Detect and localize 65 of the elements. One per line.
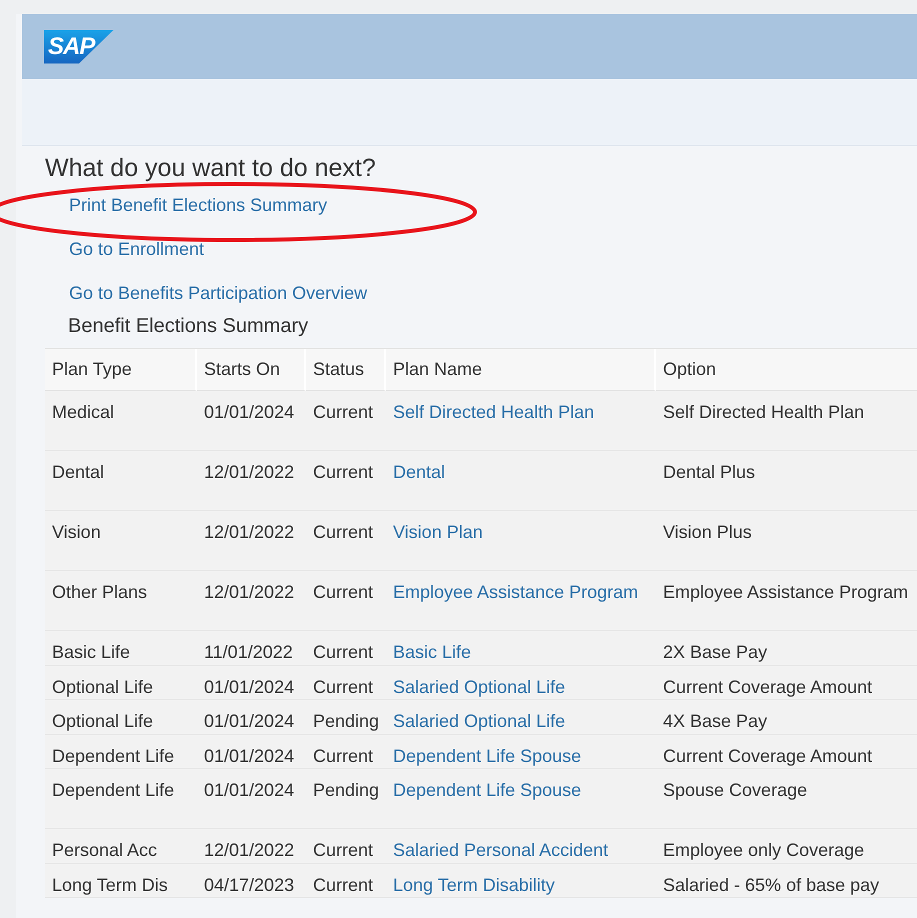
plan-link[interactable]: Self Directed Health Plan xyxy=(393,402,594,422)
column-header: Status xyxy=(306,349,386,391)
table-cell: Employee only Coverage xyxy=(656,829,917,864)
table-cell: 12/01/2022 xyxy=(197,829,306,864)
column-header: Option xyxy=(656,349,917,391)
table-cell: Current xyxy=(306,864,386,898)
table-cell: 01/01/2024 xyxy=(197,391,306,451)
table-cell: Current xyxy=(306,391,386,451)
plan-link[interactable]: Employee Assistance Program xyxy=(393,582,638,602)
column-header: Plan Name xyxy=(386,349,656,391)
table-cell: Medical xyxy=(45,391,197,451)
table-cell: 12/01/2022 xyxy=(197,571,306,631)
table-cell: Pending xyxy=(306,700,386,734)
table-cell: Optional Life xyxy=(45,666,197,700)
table-cell: Current xyxy=(306,734,386,769)
plan-link[interactable]: Basic Life xyxy=(393,642,472,662)
table-cell: Dental Plus xyxy=(656,451,917,511)
column-header: Plan Type xyxy=(45,349,197,391)
table-cell: Current xyxy=(306,571,386,631)
plan-link[interactable]: Vision Plan xyxy=(393,522,483,542)
table-cell: 2X Base Pay xyxy=(656,631,917,666)
table-cell: 4X Base Pay xyxy=(656,700,917,734)
plan-link[interactable]: Dental xyxy=(393,462,446,482)
table-cell: Vision Plus xyxy=(656,511,917,571)
table-cell: Spouse Coverage xyxy=(656,769,917,829)
table-cell: 12/01/2022 xyxy=(197,511,306,571)
action-link[interactable]: Print Benefit Elections Summary xyxy=(69,193,328,237)
table-cell: Current xyxy=(306,829,386,864)
table-cell: Self Directed Health Plan xyxy=(656,391,917,451)
plan-link[interactable]: Salaried Optional Life xyxy=(393,676,566,696)
plan-link[interactable]: Dependent Life Spouse xyxy=(393,746,582,766)
plan-link[interactable]: Salaried Optional Life xyxy=(393,711,566,731)
table-cell: Employee Assistance Program xyxy=(656,571,917,631)
table-cell: Dependent Life xyxy=(45,769,197,829)
table-cell: 12/01/2022 xyxy=(197,451,306,511)
plan-link[interactable]: Dependent Life Spouse xyxy=(393,780,582,800)
table-cell: Personal Acc xyxy=(45,829,197,864)
action-link[interactable]: Go to Enrollment xyxy=(69,237,204,281)
table-cell: Dependent Life xyxy=(45,734,197,769)
plan-link[interactable]: Salaried Personal Accident xyxy=(393,840,608,860)
table-cell: 01/01/2024 xyxy=(197,666,306,700)
table-cell: Other Plans xyxy=(45,571,197,631)
table-cell: 11/01/2022 xyxy=(197,631,306,666)
table-cell: Long Term Dis xyxy=(45,864,197,898)
table-cell: Current Coverage Amount xyxy=(656,666,917,700)
column-header: Starts On xyxy=(197,349,306,391)
table-cell: 01/01/2024 xyxy=(197,734,306,769)
table-cell: Pending xyxy=(306,769,386,829)
table-cell: Optional Life xyxy=(45,700,197,734)
sap-logo: SAP xyxy=(44,30,114,64)
table-cell: Dental xyxy=(45,451,197,511)
table-cell: Vision xyxy=(45,511,197,571)
table-cell: 01/01/2024 xyxy=(197,700,306,734)
table-cell: 01/01/2024 xyxy=(197,769,306,829)
prompt-heading: What do you want to do next? xyxy=(45,154,377,183)
table-cell: Current xyxy=(306,451,386,511)
table-cell: Salaried - 65% of base pay xyxy=(656,864,917,898)
table-cell: Current Coverage Amount xyxy=(656,734,917,769)
table-cell: Current xyxy=(306,511,386,571)
table-cell: Current xyxy=(306,666,386,700)
table-cell: Basic Life xyxy=(45,631,197,666)
table-cell: Current xyxy=(306,631,386,666)
plan-link[interactable]: Long Term Disability xyxy=(393,874,555,894)
table-cell: 04/17/2023 xyxy=(197,864,306,898)
section-title: Benefit Elections Summary xyxy=(68,315,310,338)
